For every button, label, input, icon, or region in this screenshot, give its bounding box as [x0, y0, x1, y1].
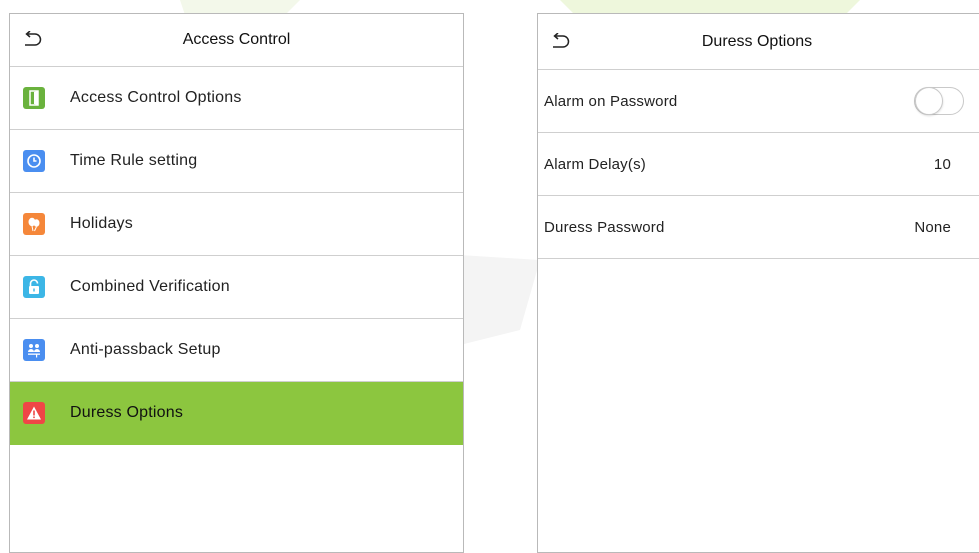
setting-label: Duress Password	[544, 218, 665, 236]
menu-item-combined-verification[interactable]: Combined Verification	[10, 256, 463, 319]
menu-item-time-rule-setting[interactable]: Time Rule setting	[10, 130, 463, 193]
menu-item-label: Anti-passback Setup	[70, 341, 221, 358]
lock-icon	[23, 276, 45, 298]
setting-alarm-delay[interactable]: Alarm Delay(s) 10	[538, 133, 979, 196]
warning-icon	[23, 402, 45, 424]
users-icon	[23, 339, 45, 361]
setting-duress-password[interactable]: Duress Password None	[538, 196, 979, 259]
page-title: Duress Options	[701, 32, 813, 50]
menu-item-label: Combined Verification	[70, 278, 230, 295]
menu-item-label: Time Rule setting	[70, 152, 198, 169]
balloons-icon	[23, 213, 45, 235]
menu-item-duress-options[interactable]: Duress Options	[10, 382, 463, 445]
duress-options-header: Duress Options	[538, 14, 979, 70]
menu-item-label: Duress Options	[70, 404, 184, 421]
back-arrow-icon[interactable]	[548, 30, 572, 54]
page-title: Access Control	[182, 31, 291, 48]
door-icon	[23, 87, 45, 109]
menu-item-label: Holidays	[70, 215, 133, 232]
alarm-delay-value: 10	[933, 155, 951, 173]
duress-options-panel: Duress Options Alarm on Password Alarm D…	[537, 13, 979, 553]
clock-icon	[23, 150, 45, 172]
toggle-knob	[915, 87, 943, 115]
setting-label: Alarm on Password	[544, 92, 678, 110]
menu-item-access-control-options[interactable]: Access Control Options	[10, 67, 463, 130]
setting-alarm-on-password[interactable]: Alarm on Password	[538, 70, 979, 133]
menu-item-holidays[interactable]: Holidays	[10, 193, 463, 256]
duress-password-value: None	[914, 218, 951, 236]
setting-label: Alarm Delay(s)	[544, 155, 646, 173]
menu-item-label: Access Control Options	[70, 89, 242, 106]
alarm-on-password-toggle[interactable]	[914, 87, 964, 115]
access-control-panel: Access Control Access Control Options Ti…	[9, 13, 464, 553]
access-control-header: Access Control	[10, 14, 463, 67]
menu-item-anti-passback-setup[interactable]: Anti-passback Setup	[10, 319, 463, 382]
back-arrow-icon[interactable]	[20, 28, 44, 52]
